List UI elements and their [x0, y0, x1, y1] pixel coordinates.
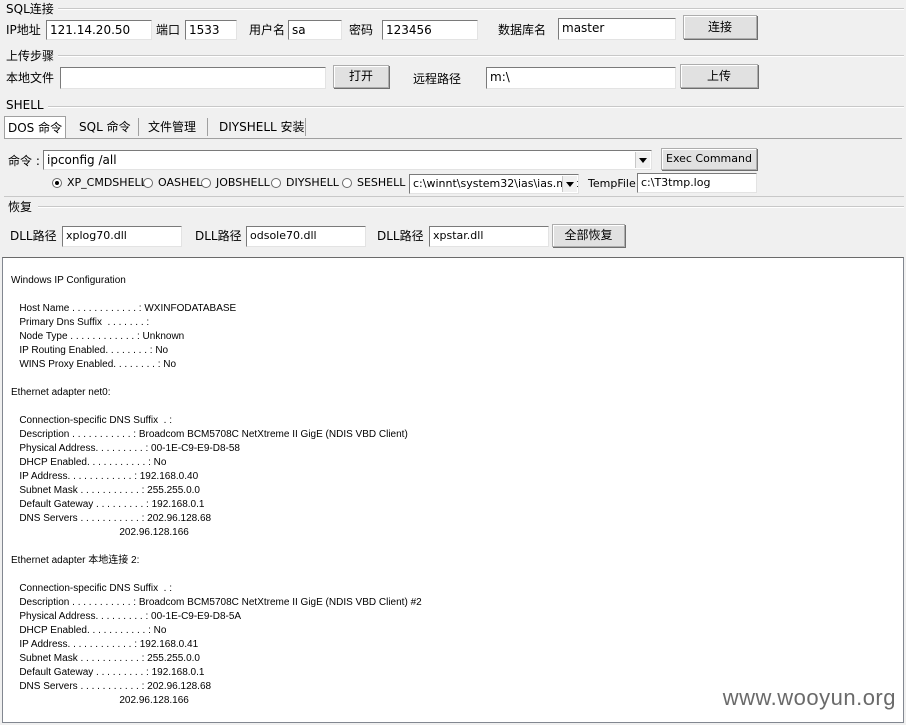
tab-separator: [138, 118, 139, 136]
username-label: 用户名: [249, 23, 286, 37]
watermark: www.wooyun.org: [722, 685, 896, 710]
exec-command-button[interactable]: Exec Command: [661, 148, 757, 170]
radio-jobshell-label: JOBSHELL: [216, 176, 270, 189]
open-button[interactable]: 打开: [333, 65, 389, 88]
connect-button[interactable]: 连接: [683, 15, 757, 39]
chevron-down-icon[interactable]: [562, 176, 577, 192]
dll-path-input-2[interactable]: odsole70.dll: [246, 226, 366, 247]
dll-path-label-1: DLL路径: [10, 229, 57, 243]
ip-label: IP地址: [6, 23, 41, 37]
radio-jobshell[interactable]: [201, 178, 211, 188]
local-file-label: 本地文件: [6, 71, 55, 85]
shell-group-title: SHELL: [6, 98, 46, 112]
remote-path-input[interactable]: m:\: [486, 67, 676, 89]
ip-input[interactable]: 121.14.20.50: [46, 20, 152, 40]
tab-dos-command[interactable]: DOS 命令: [4, 116, 67, 139]
command-combobox[interactable]: ipconfig /all: [43, 150, 652, 170]
password-input[interactable]: 123456: [382, 20, 478, 40]
port-label: 端口: [156, 23, 181, 37]
dll-path-label-2: DLL路径: [195, 229, 242, 243]
tab-diyshell-install[interactable]: DIYSHELL 安装: [219, 116, 305, 138]
database-label: 数据库名: [498, 23, 547, 37]
command-label: 命令 :: [8, 154, 40, 168]
dll-path-input-3[interactable]: xpstar.dll: [429, 226, 549, 247]
path-select-value: c:\winnt\system32\ias\ias.mdb: [413, 177, 579, 190]
tempfile-input[interactable]: c:\T3tmp.log: [637, 173, 757, 193]
chevron-down-icon[interactable]: [635, 152, 650, 168]
command-value: ipconfig /all: [47, 153, 117, 167]
local-file-input[interactable]: [60, 67, 326, 89]
radio-xp-cmdshell[interactable]: [52, 178, 62, 188]
radio-seshell[interactable]: [342, 178, 352, 188]
radio-diyshell-label: DIYSHELL: [286, 176, 339, 189]
tab-separator: [305, 118, 306, 136]
tempfile-label: TempFile: [588, 177, 636, 190]
shell-group-divider: [48, 106, 904, 108]
dll-path-label-3: DLL路径: [377, 229, 424, 243]
upload-group-title: 上传步骤: [6, 47, 57, 64]
radio-seshell-label: SESHELL: [357, 176, 406, 189]
upload-group-divider: [58, 55, 904, 57]
username-input[interactable]: sa: [288, 20, 342, 40]
radio-oashel-label: OASHEL: [158, 176, 203, 189]
restore-group-divider: [38, 206, 904, 208]
tab-strip-border: [4, 138, 902, 139]
radio-xp-cmdshell-label: XP_CMDSHELL: [67, 176, 147, 189]
upload-button[interactable]: 上传: [680, 64, 758, 88]
restore-all-button[interactable]: 全部恢复: [552, 224, 625, 247]
tab-separator: [207, 118, 208, 136]
command-output-text: Windows IP Configuration Host Name . . .…: [11, 275, 422, 706]
command-output-panel[interactable]: Windows IP Configuration Host Name . . .…: [2, 257, 904, 723]
database-input[interactable]: master: [558, 18, 676, 40]
restore-group-title: 恢复: [8, 198, 35, 215]
radio-oashel[interactable]: [143, 178, 153, 188]
tab-file-manager[interactable]: 文件管理: [148, 116, 196, 138]
restore-group-top-border: [4, 196, 904, 197]
remote-path-label: 远程路径: [413, 72, 462, 86]
sql-group-divider: [58, 8, 904, 10]
dll-path-input-1[interactable]: xplog70.dll: [62, 226, 182, 247]
path-select[interactable]: c:\winnt\system32\ias\ias.mdb: [409, 174, 579, 194]
sql-group-title: SQL连接: [6, 0, 56, 17]
radio-diyshell[interactable]: [271, 178, 281, 188]
tab-sql-command[interactable]: SQL 命令: [79, 116, 131, 138]
password-label: 密码: [349, 23, 374, 37]
port-input[interactable]: 1533: [185, 20, 237, 40]
